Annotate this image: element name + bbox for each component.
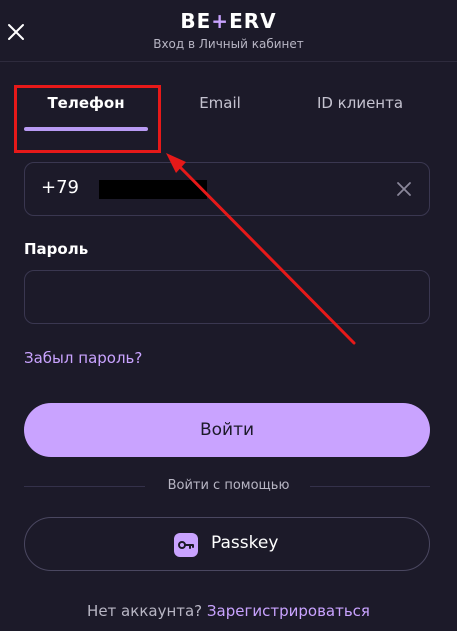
tab-email[interactable]: Email [170, 62, 270, 132]
no-account-text: Нет аккаунта? [87, 602, 203, 620]
annotation-highlight-box [14, 85, 161, 153]
login-button[interactable]: Войти [24, 403, 430, 457]
page-subtitle: Вход в Личный кабинет [153, 37, 304, 51]
passkey-label: Passkey [211, 533, 279, 553]
forgot-password-link[interactable]: Забыл пароль? [24, 349, 142, 367]
redacted-phone-number [99, 180, 207, 199]
passkey-button[interactable]: Passkey [24, 517, 430, 571]
password-input[interactable] [24, 270, 430, 324]
key-icon [174, 533, 198, 557]
phone-prefix: +79 [41, 177, 79, 198]
register-link[interactable]: Зарегистрироваться [207, 602, 370, 620]
password-label: Пароль [24, 240, 89, 258]
tab-client-id[interactable]: ID клиента [296, 62, 424, 132]
divider-line-right [310, 486, 430, 487]
logo: BE+ERV [180, 9, 277, 33]
header: BE+ERV Вход в Личный кабинет [0, 0, 457, 62]
phone-input[interactable]: +79 [24, 162, 430, 216]
register-prompt: Нет аккаунта? Зарегистрироваться [0, 602, 457, 620]
clear-icon[interactable] [395, 180, 413, 198]
